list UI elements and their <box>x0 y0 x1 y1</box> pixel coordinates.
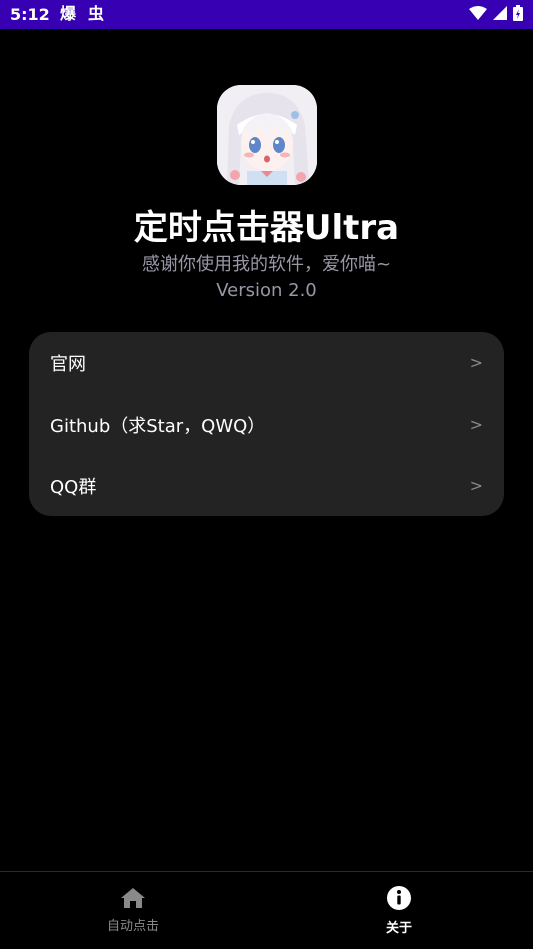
app-tagline: 感谢你使用我的软件，爱你喵~ <box>141 254 392 275</box>
status-bar: 5:12 爆 虫 <box>0 0 533 29</box>
bomb-icon: 爆 <box>60 4 78 26</box>
link-official-site[interactable]: 官网 > <box>29 332 504 393</box>
bug-icon: 虫 <box>88 4 106 26</box>
svg-text:爆: 爆 <box>60 4 77 22</box>
chevron-right-icon: > <box>469 353 483 372</box>
status-time: 5:12 <box>10 5 50 24</box>
nav-tab-about[interactable]: 关于 <box>266 872 532 949</box>
battery-icon <box>513 4 523 25</box>
chevron-right-icon: > <box>469 476 483 495</box>
nav-label: 自动点击 <box>106 919 159 934</box>
link-label: 官网 <box>50 353 86 375</box>
link-github[interactable]: Github（求Star，QWQ） > <box>29 394 504 455</box>
link-qq-group[interactable]: QQ群 > <box>29 455 504 516</box>
link-label: QQ群 <box>50 476 97 498</box>
signal-icon <box>493 5 507 24</box>
app-name: 定时点击器Ultra <box>133 208 400 248</box>
app-version: Version 2.0 <box>216 280 317 301</box>
chevron-right-icon: > <box>469 415 483 434</box>
bottom-navigation: 自动点击 关于 <box>0 871 533 949</box>
links-card: 官网 > Github（求Star，QWQ） > QQ群 > <box>29 332 504 516</box>
nav-label: 关于 <box>385 921 412 936</box>
svg-text:虫: 虫 <box>88 4 104 22</box>
app-logo <box>217 85 317 185</box>
link-label: Github（求Star，QWQ） <box>50 415 266 437</box>
home-icon <box>120 887 146 913</box>
nav-tab-auto-click[interactable]: 自动点击 <box>0 872 266 949</box>
info-icon <box>386 885 412 915</box>
wifi-icon <box>469 5 487 24</box>
